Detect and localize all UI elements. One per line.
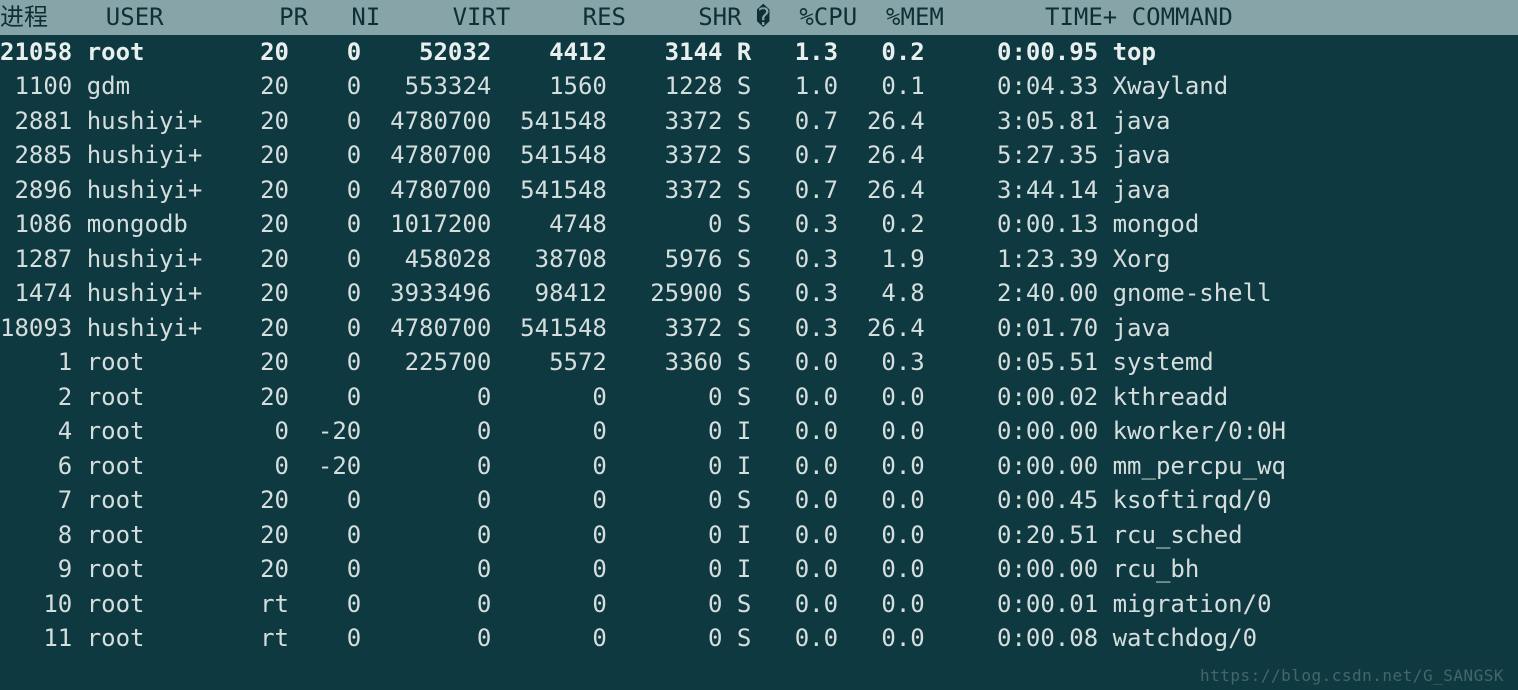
process-row[interactable]: 2885 hushiyi+ 20 0 4780700 541548 3372 S… [0, 138, 1518, 173]
column-header-row[interactable]: 进程 USER PR NI VIRT RES SHR � %CPU %MEM T… [0, 0, 1518, 35]
process-row[interactable]: 21058 root 20 0 52032 4412 3144 R 1.3 0.… [0, 35, 1518, 70]
watermark-text: https://blog.csdn.net/G_SANGSK [1200, 668, 1504, 684]
process-row[interactable]: 9 root 20 0 0 0 0 I 0.0 0.0 0:00.00 rcu_… [0, 552, 1518, 587]
process-row[interactable]: 1100 gdm 20 0 553324 1560 1228 S 1.0 0.1… [0, 69, 1518, 104]
process-row[interactable]: 1 root 20 0 225700 5572 3360 S 0.0 0.3 0… [0, 345, 1518, 380]
process-row[interactable]: 8 root 20 0 0 0 0 I 0.0 0.0 0:20.51 rcu_… [0, 518, 1518, 553]
top-process-table[interactable]: 进程 USER PR NI VIRT RES SHR � %CPU %MEM T… [0, 0, 1518, 656]
process-row[interactable]: 10 root rt 0 0 0 0 S 0.0 0.0 0:00.01 mig… [0, 587, 1518, 622]
process-row[interactable]: 7 root 20 0 0 0 0 S 0.0 0.0 0:00.45 ksof… [0, 483, 1518, 518]
process-row[interactable]: 18093 hushiyi+ 20 0 4780700 541548 3372 … [0, 311, 1518, 346]
process-row[interactable]: 1086 mongodb 20 0 1017200 4748 0 S 0.3 0… [0, 207, 1518, 242]
process-row[interactable]: 2896 hushiyi+ 20 0 4780700 541548 3372 S… [0, 173, 1518, 208]
process-row[interactable]: 2 root 20 0 0 0 0 S 0.0 0.0 0:00.02 kthr… [0, 380, 1518, 415]
process-row[interactable]: 4 root 0 -20 0 0 0 I 0.0 0.0 0:00.00 kwo… [0, 414, 1518, 449]
process-row[interactable]: 2881 hushiyi+ 20 0 4780700 541548 3372 S… [0, 104, 1518, 139]
process-row[interactable]: 1474 hushiyi+ 20 0 3933496 98412 25900 S… [0, 276, 1518, 311]
process-row[interactable]: 6 root 0 -20 0 0 0 I 0.0 0.0 0:00.00 mm_… [0, 449, 1518, 484]
process-row[interactable]: 11 root rt 0 0 0 0 S 0.0 0.0 0:00.08 wat… [0, 621, 1518, 656]
process-row[interactable]: 1287 hushiyi+ 20 0 458028 38708 5976 S 0… [0, 242, 1518, 277]
